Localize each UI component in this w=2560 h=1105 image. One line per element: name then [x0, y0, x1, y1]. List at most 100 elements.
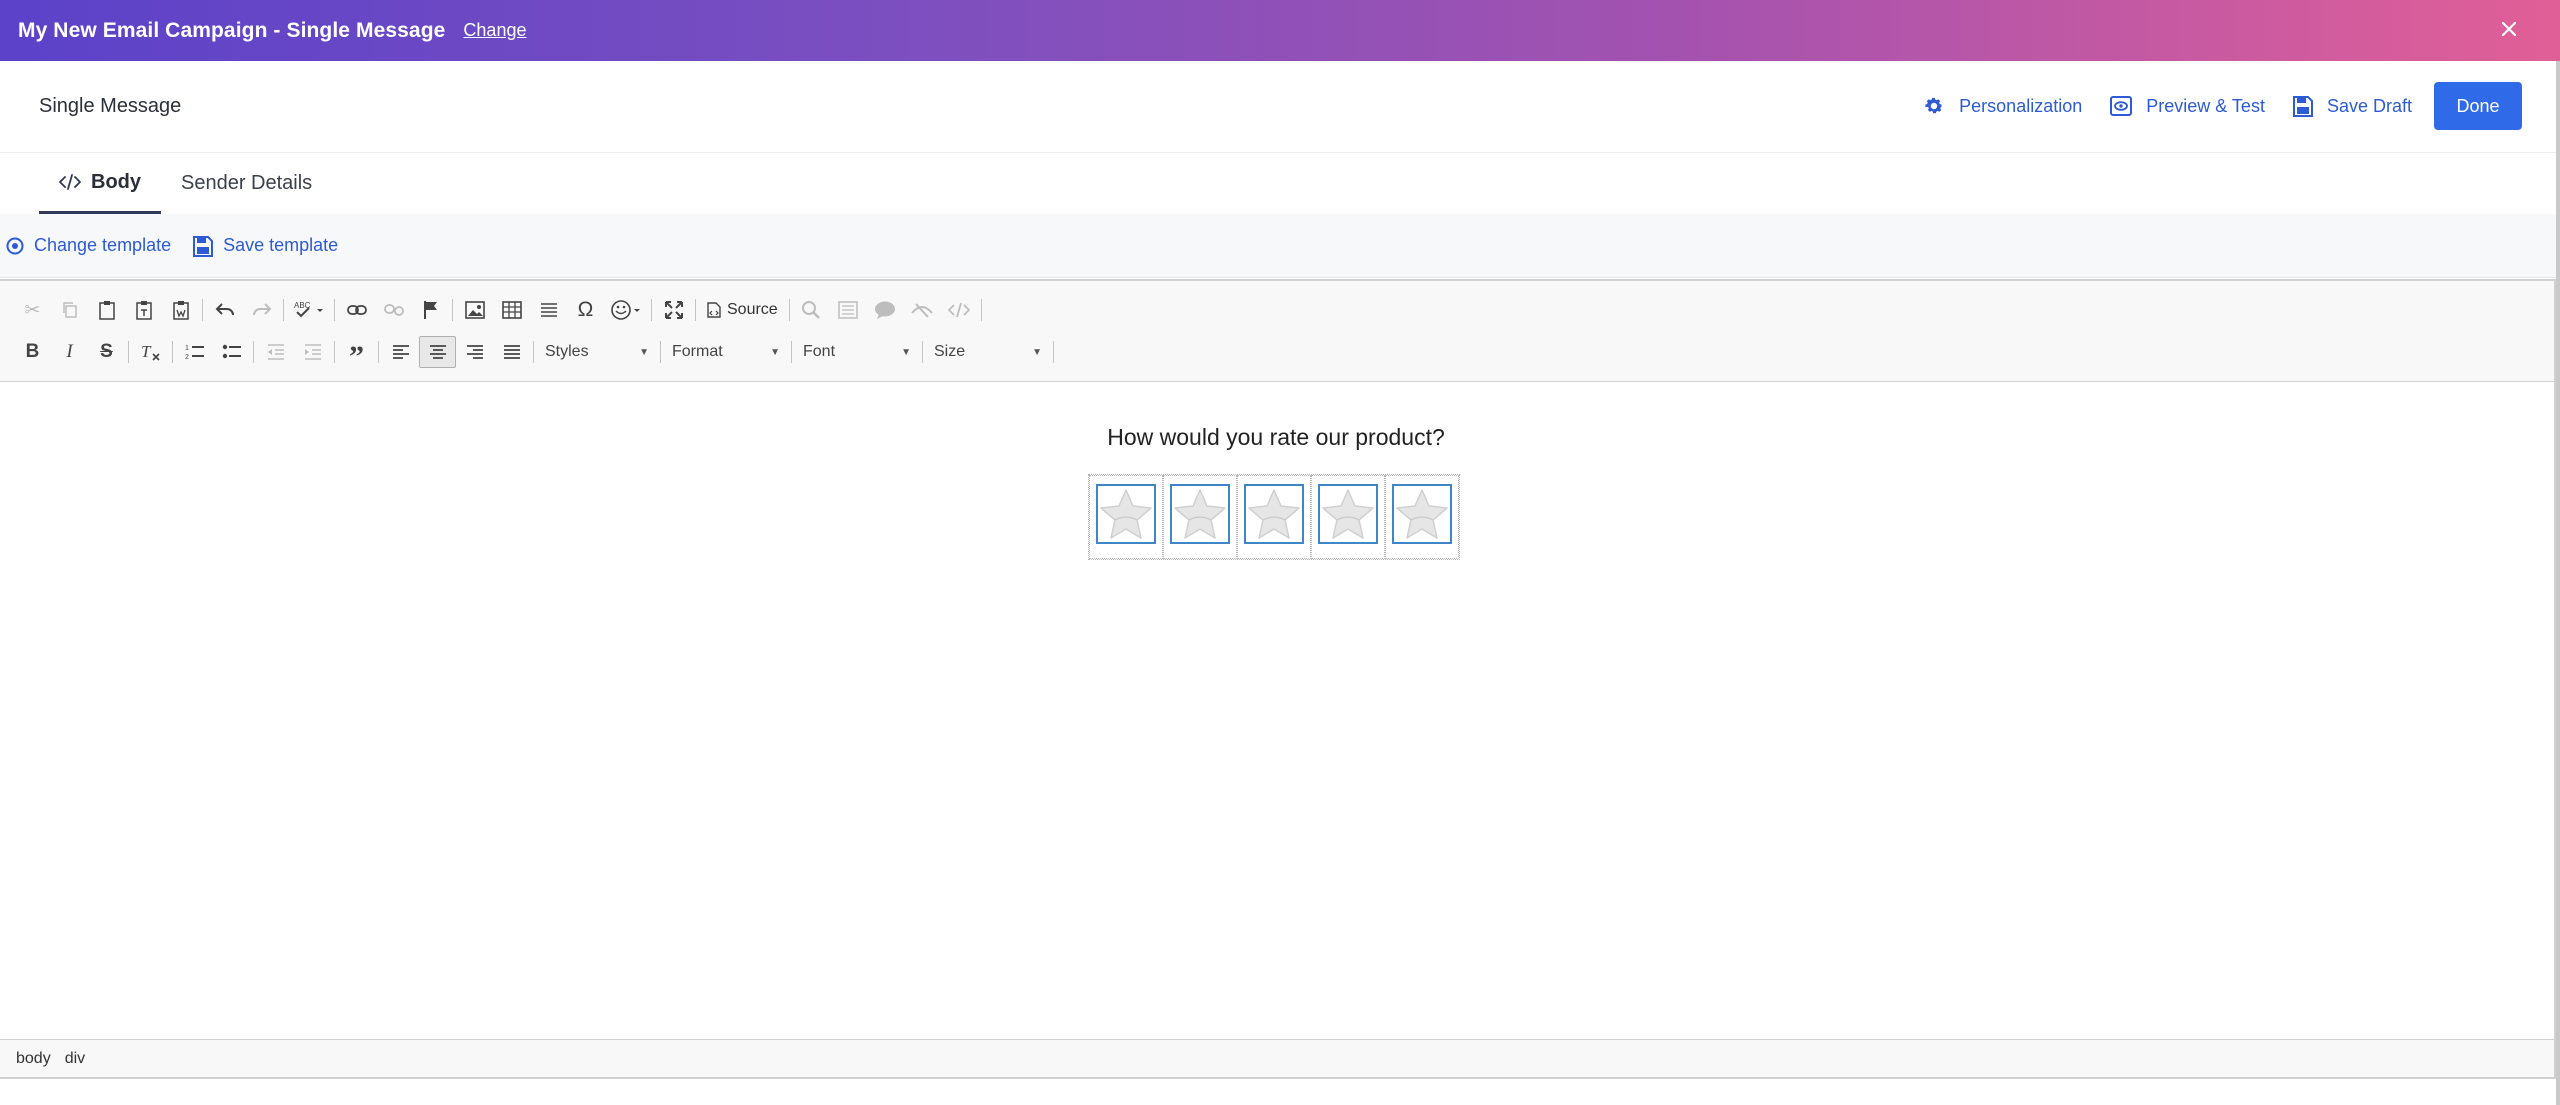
change-template-button[interactable]: Change template	[6, 235, 171, 256]
code-icon	[59, 174, 81, 190]
bulleted-list-icon[interactable]	[213, 336, 250, 368]
align-center-icon[interactable]	[419, 336, 456, 368]
remove-format-icon[interactable]: T	[132, 336, 169, 368]
toolbar-separator	[980, 299, 982, 321]
page-title: Single Message	[39, 95, 182, 117]
svg-text:1: 1	[185, 345, 189, 352]
star-rating-image[interactable]	[1244, 484, 1304, 544]
campaign-title-bar: My New Email Campaign - Single Message C…	[0, 0, 2560, 61]
toolbar-separator	[128, 341, 129, 363]
star-rating-image[interactable]	[1096, 484, 1156, 544]
chevron-down-icon: ▼	[770, 346, 780, 358]
unlink-icon[interactable]	[375, 294, 412, 326]
format-dropdown-label: Format	[672, 343, 723, 360]
spellcheck-icon[interactable]: ABC	[287, 294, 331, 326]
comment-icon[interactable]	[867, 294, 904, 326]
header-actions: Personalization Preview & Test Save Draf…	[1895, 82, 2522, 130]
chevron-down-icon: ▼	[639, 346, 649, 358]
font-dropdown[interactable]: Font ▼	[795, 338, 919, 366]
star-cell	[1089, 475, 1163, 559]
emoji-icon[interactable]	[604, 294, 648, 326]
editor-toolbar: ✂ ABC Ω Source B I S T 1 2 ” Styles ▼ Fo…	[0, 281, 2554, 382]
chevron-down-icon: ▼	[901, 346, 911, 358]
toolbar-separator	[172, 341, 173, 363]
star-icon	[1396, 489, 1448, 539]
toolbar-separator	[202, 299, 203, 321]
maximize-icon[interactable]	[655, 294, 692, 326]
link-icon[interactable]	[338, 294, 375, 326]
tab-body[interactable]: Body	[39, 153, 161, 214]
toolbar-separator	[922, 341, 923, 363]
special-char-icon[interactable]: Ω	[567, 294, 604, 326]
preview-test-button[interactable]: Preview & Test	[2110, 96, 2265, 117]
window-edge	[2556, 61, 2560, 1105]
message-header: Single Message Personalization Preview &…	[0, 61, 2556, 153]
format-dropdown[interactable]: Format ▼	[664, 338, 788, 366]
paste-word-icon[interactable]	[162, 294, 199, 326]
toolbar-separator	[788, 299, 790, 321]
table-icon[interactable]	[493, 294, 530, 326]
star-cell	[1163, 475, 1237, 559]
personalization-button[interactable]: Personalization	[1923, 95, 2082, 117]
editor-content[interactable]: How would you rate our product?	[0, 382, 2554, 1042]
toolbar-separator	[660, 341, 661, 363]
source-label: Source	[727, 301, 778, 318]
toolbar-separator	[791, 341, 792, 363]
italic-icon[interactable]: I	[51, 336, 88, 368]
code-snippet-icon[interactable]	[941, 294, 978, 326]
paste-icon[interactable]	[88, 294, 125, 326]
toolbar-separator	[651, 299, 652, 321]
anchor-icon[interactable]	[412, 294, 449, 326]
change-campaign-link[interactable]: Change	[463, 20, 526, 41]
message-tabs: Body Sender Details	[0, 153, 2556, 214]
cut-icon[interactable]: ✂	[14, 294, 51, 326]
numbered-list-icon[interactable]: 12	[176, 336, 213, 368]
toolbar-row-2: B I S T 12 ” Styles ▼ Format ▼ Font ▼ Si…	[14, 331, 2554, 373]
paste-text-icon[interactable]	[125, 294, 162, 326]
eye-icon	[2110, 96, 2133, 116]
rating-question: How would you rate our product?	[1107, 424, 1445, 450]
toolbar-separator	[533, 341, 534, 363]
star-rating-image[interactable]	[1392, 484, 1452, 544]
chevron-down-icon: ▼	[1032, 346, 1042, 358]
toolbar-separator	[452, 299, 453, 321]
star-icon	[1248, 489, 1300, 539]
done-button[interactable]: Done	[2434, 82, 2522, 130]
styles-dropdown[interactable]: Styles ▼	[537, 338, 657, 366]
save-draft-button[interactable]: Save Draft	[2292, 95, 2412, 117]
toolbar-separator	[334, 299, 335, 321]
tab-sender-details[interactable]: Sender Details	[161, 153, 332, 214]
align-left-icon[interactable]	[382, 336, 419, 368]
save-template-button[interactable]: Save template	[193, 235, 338, 257]
path-body[interactable]: body	[16, 1050, 51, 1068]
close-icon[interactable]	[2494, 14, 2524, 44]
align-right-icon[interactable]	[456, 336, 493, 368]
preview-test-label: Preview & Test	[2146, 95, 2265, 116]
bold-icon[interactable]: B	[14, 336, 51, 368]
path-div[interactable]: div	[65, 1050, 85, 1068]
hide-icon[interactable]	[904, 294, 941, 326]
star-cell	[1237, 475, 1311, 559]
justify-icon[interactable]	[493, 336, 530, 368]
horizontal-rule-icon[interactable]	[530, 294, 567, 326]
element-path-bar: body div	[0, 1039, 2554, 1077]
source-button[interactable]: Source	[699, 294, 786, 326]
size-dropdown[interactable]: Size ▼	[926, 338, 1050, 366]
increase-indent-icon[interactable]	[294, 336, 331, 368]
blockquote-icon[interactable]: ”	[338, 336, 375, 373]
star-rating-image[interactable]	[1318, 484, 1378, 544]
star-icon	[1322, 489, 1374, 539]
redo-icon[interactable]	[243, 294, 280, 326]
save-draft-label: Save Draft	[2326, 95, 2412, 116]
undo-icon[interactable]	[206, 294, 243, 326]
select-all-icon[interactable]	[830, 294, 867, 326]
decrease-indent-icon[interactable]	[257, 336, 294, 368]
template-bar: Change template Save template	[0, 214, 2556, 278]
copy-icon[interactable]	[51, 294, 88, 326]
strikethrough-icon[interactable]: S	[88, 336, 125, 368]
gear-icon	[1925, 97, 1943, 114]
search-icon[interactable]	[793, 294, 830, 326]
star-rating-image[interactable]	[1170, 484, 1230, 544]
image-icon[interactable]	[456, 294, 493, 326]
toolbar-separator	[1053, 341, 1054, 363]
